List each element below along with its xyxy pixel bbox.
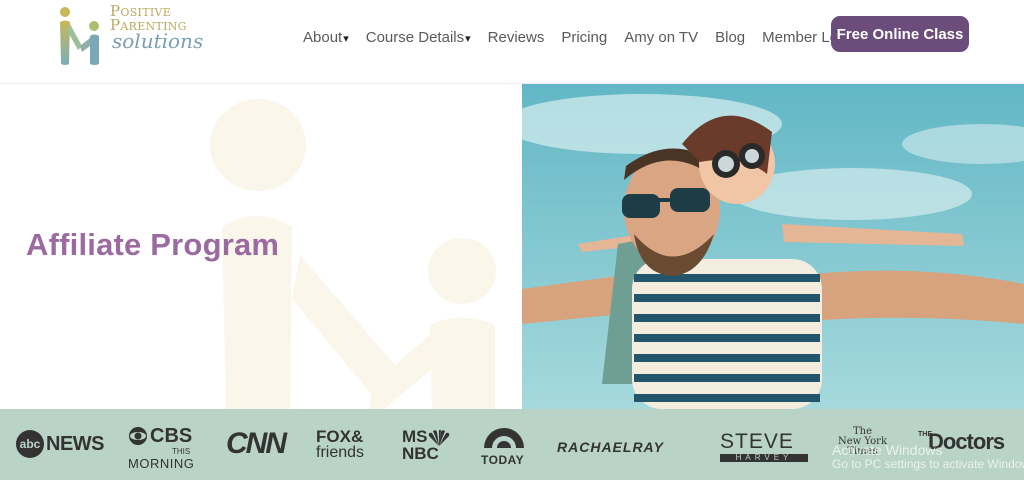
- today-label: TODAY: [481, 453, 525, 467]
- nav-about[interactable]: About▾: [303, 29, 349, 46]
- nav-course-details-label: Course Details: [365, 28, 465, 46]
- nav-blog[interactable]: Blog: [715, 29, 745, 46]
- activate-windows-watermark: Activate Windows Go to PC settings to ac…: [832, 442, 1024, 472]
- doctors-the-label: THE: [918, 431, 932, 438]
- cbs-this-morning-logo: CBS THIS MORNING: [128, 424, 200, 471]
- nbc-label: NBC: [402, 444, 439, 463]
- today-logo: TODAY: [481, 426, 529, 466]
- fox-and-friends-logo: FOX& friends: [316, 428, 364, 461]
- fox-label: FOX&: [316, 427, 364, 446]
- chevron-down-icon: ▾: [465, 32, 471, 45]
- nav-about-label: About: [303, 28, 343, 46]
- rachael-ray-logo: RACHAELRAY: [557, 439, 664, 455]
- nav-course-details[interactable]: Course Details▾: [366, 29, 471, 46]
- cbs-eye-icon: [129, 427, 147, 445]
- watermark-line-1: Activate Windows: [832, 442, 943, 458]
- steve-label: STEVE: [720, 430, 794, 453]
- chevron-down-icon: ▾: [343, 32, 349, 45]
- steve-harvey-logo: STEVE HARVEY: [720, 431, 808, 462]
- nav-amy-on-tv[interactable]: Amy on TV: [624, 29, 698, 46]
- cbs-label: CBS: [150, 425, 193, 447]
- nav-pricing[interactable]: Pricing: [561, 29, 607, 46]
- hero-text-panel: Affiliate Program: [0, 85, 522, 409]
- msnbc-logo: MS NBC: [402, 428, 450, 463]
- cbs-this-label: THIS: [172, 447, 191, 456]
- watermark-line-2: Go to PC settings to activate Windows.: [832, 457, 1024, 472]
- cbs-morning-label: MORNING: [128, 456, 195, 471]
- page-title: Affiliate Program: [26, 227, 280, 262]
- friends-label: friends: [316, 444, 365, 461]
- abc-news-label: NEWS: [46, 433, 105, 455]
- free-online-class-button[interactable]: Free Online Class: [831, 16, 969, 52]
- hero-photo: [522, 84, 1024, 409]
- logo-line-3: solutions: [112, 29, 204, 53]
- site-header: Positive Parenting solutions About▾ Cour…: [0, 0, 1024, 84]
- logo-figures-icon: [60, 7, 99, 65]
- main-nav: About▾ Course Details▾ Reviews Pricing A…: [303, 27, 875, 47]
- father-child-airplane-image: [522, 84, 1024, 409]
- site-logo[interactable]: Positive Parenting solutions: [56, 4, 216, 66]
- rising-sun-icon: [484, 428, 524, 448]
- abc-icon: abc: [16, 430, 44, 458]
- abc-news-logo: abc NEWS: [16, 430, 105, 458]
- cnn-logo: CNN: [226, 427, 287, 460]
- peacock-icon: [428, 430, 450, 446]
- harvey-label: HARVEY: [720, 454, 808, 462]
- nav-reviews[interactable]: Reviews: [488, 29, 545, 46]
